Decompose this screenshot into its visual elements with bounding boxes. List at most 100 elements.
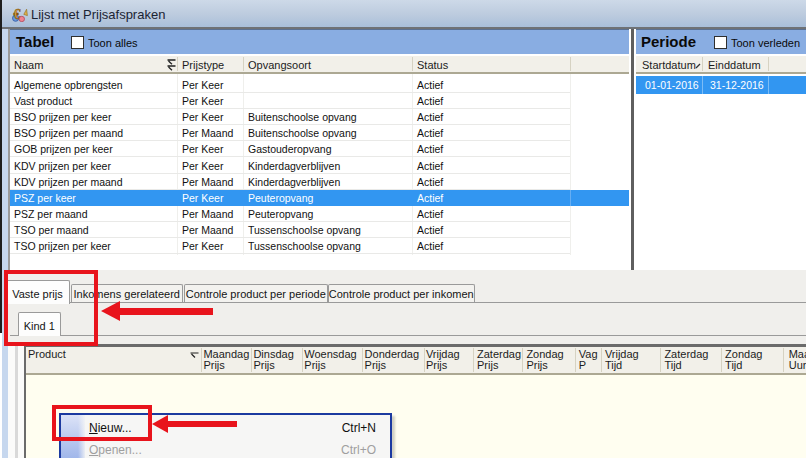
menu-item-shortcut: Ctrl+O bbox=[341, 443, 376, 457]
product-column-header-zondag[interactable]: Zondag Prijs bbox=[526, 349, 563, 372]
product-column-header-donderdag[interactable]: Donderdag Prijs bbox=[365, 349, 419, 372]
cell-prijstype: Per Keer bbox=[182, 160, 223, 172]
toon-verleden-checkbox[interactable] bbox=[714, 36, 727, 49]
cell-naam: Algemene opbrengsten bbox=[14, 79, 123, 91]
tab-controle-product-per-inkomen[interactable]: Controle product per inkomen bbox=[328, 284, 476, 303]
column-divider bbox=[412, 57, 413, 71]
cell-status: Actief bbox=[417, 208, 443, 220]
column-divider bbox=[243, 57, 244, 71]
product-column-header-maandag[interactable]: Maandag Uur bbox=[789, 349, 806, 372]
product-grid-header: Product Maandag PrijsDinsdag Prijs Woensda… bbox=[26, 347, 806, 375]
cell-status: Actief bbox=[417, 160, 443, 172]
panel-vertical-separator bbox=[631, 29, 634, 270]
periode-section-title: Periode bbox=[641, 33, 696, 50]
periode-row[interactable]: 01-01-2016 31-12-2016 bbox=[636, 76, 806, 94]
product-column-header-vrijdag[interactable]: Vrijdag Prijs bbox=[426, 349, 460, 372]
cell-prijstype: Per Keer bbox=[182, 143, 223, 155]
cell-naam: TSO per maand bbox=[14, 224, 89, 236]
table-row[interactable]: Vast productPer KeerActief bbox=[10, 93, 629, 109]
cell-naam: PSZ per keer bbox=[14, 192, 76, 204]
cell-opvangsoort: Tussenschoolse opvang bbox=[248, 240, 361, 252]
cell-prijstype: Per Keer bbox=[182, 192, 223, 204]
product-left-margin-line bbox=[15, 344, 18, 458]
periode-grid-header: Startdatum Einddatum bbox=[636, 56, 806, 74]
main-tabstrip-baseline bbox=[5, 302, 806, 303]
cell-naam: GOB prijzen per keer bbox=[14, 143, 113, 155]
periode-column-header-einddatum[interactable]: Einddatum bbox=[708, 59, 761, 71]
column-divider bbox=[522, 348, 523, 372]
naam-sort-icon bbox=[167, 59, 176, 71]
tabel-section-header: Tabel Toon alles bbox=[10, 29, 629, 54]
table-row[interactable]: TSO per maandPer MaandTussenschoolse opv… bbox=[10, 222, 629, 238]
cell-status: Actief bbox=[417, 111, 443, 123]
column-divider bbox=[601, 348, 602, 372]
table-row[interactable]: BSO prijzen per maand Per Maand Buitenscho… bbox=[10, 125, 629, 141]
cell-einddatum: 31-12-2016 bbox=[710, 79, 764, 91]
product-column-header-zondag[interactable]: Zondag Tijd bbox=[725, 349, 762, 372]
product-column-header-dinsdag[interactable]: Dinsdag Prijs bbox=[253, 349, 293, 372]
cell-naam: PSZ per maand bbox=[14, 208, 88, 220]
cell-prijstype: Per Maand bbox=[182, 127, 233, 139]
table-row[interactable]: GOB prijzen per keer Per Keer Gastouderopv… bbox=[10, 141, 629, 157]
cell-opvangsoort: Buitenschoolse opvang bbox=[248, 111, 357, 123]
menu-item-shortcut: Ctrl+N bbox=[342, 421, 376, 435]
table-row[interactable]: PSZ per maand Per Maand Peuteropvang Actief bbox=[10, 206, 629, 222]
toon-alles-checkbox[interactable] bbox=[71, 36, 84, 49]
cell-status: Actief bbox=[417, 143, 443, 155]
cell-status: Actief bbox=[417, 176, 443, 188]
column-divider bbox=[362, 348, 363, 372]
table-row[interactable]: BSO prijzen per keerPer KeerBuitenschool… bbox=[10, 109, 629, 125]
product-column-header-zaterdag[interactable]: Zaterdag Tijd bbox=[664, 349, 708, 372]
column-divider bbox=[251, 348, 252, 372]
product-column-header-vrijdag[interactable]: Vrijdag Tijd bbox=[605, 349, 639, 372]
cell-opvangsoort: Peuteropvang bbox=[248, 208, 313, 220]
periode-cell-divider bbox=[702, 76, 703, 94]
tabel-column-header-status[interactable]: Status bbox=[417, 59, 448, 71]
app-euro-icon: € bbox=[12, 6, 28, 22]
cell-naam: BSO prijzen per keer bbox=[14, 111, 111, 123]
cell-naam: BSO prijzen per maand bbox=[14, 127, 123, 139]
product-column-header-maandag[interactable]: Maandag Prijs bbox=[203, 349, 249, 372]
cell-naam: KDV prijzen per keer bbox=[14, 160, 111, 172]
cell-prijstype: Per Maand bbox=[182, 208, 233, 220]
column-divider bbox=[177, 57, 178, 71]
tabel-grid-header: Naam Prijstype Opvangsoort Status bbox=[10, 56, 629, 74]
table-row[interactable]: Algemene opbrengstenPer KeerActief bbox=[10, 77, 629, 93]
cell-opvangsoort: Peuteropvang bbox=[248, 192, 313, 204]
cell-opvangsoort: Kinderdagverblijven bbox=[248, 176, 340, 188]
row-gridline bbox=[10, 253, 570, 254]
column-divider bbox=[702, 57, 703, 71]
application-window: € Lijst met Prijsafspraken Tabel Toon al… bbox=[0, 0, 806, 458]
cell-status: Actief bbox=[417, 224, 443, 236]
product-column-header-zaterdag[interactable]: Zaterdag Prijs bbox=[477, 349, 521, 372]
periode-column-header-startdatum[interactable]: Startdatum bbox=[642, 59, 696, 71]
cell-opvangsoort: Gastouderopvang bbox=[248, 143, 331, 155]
periode-cell-divider bbox=[768, 76, 769, 94]
product-column-header-product[interactable]: Product bbox=[28, 349, 66, 361]
column-divider bbox=[768, 57, 769, 71]
cell-status: Actief bbox=[417, 127, 443, 139]
table-row[interactable]: KDV prijzen per keerPer KeerKinderdagver… bbox=[10, 158, 629, 174]
tabel-column-header-opvangsoort[interactable]: Opvangsoort bbox=[248, 59, 311, 71]
tabs-highlight-box bbox=[4, 270, 98, 346]
tabel-column-header-prijstype[interactable]: Prijstype bbox=[182, 59, 224, 71]
column-divider bbox=[424, 348, 425, 372]
product-column-header-vag[interactable]: Vag P bbox=[579, 349, 598, 372]
tab-controle-product-per-periode[interactable]: Controle product per periode bbox=[184, 284, 328, 303]
startdatum-sort-icon bbox=[695, 59, 701, 65]
cell-status: Actief bbox=[417, 192, 443, 204]
table-row[interactable]: PSZ per keer Per Keer Peuteropvang Actief bbox=[10, 190, 629, 206]
cell-naam: TSO prijzen per keer bbox=[14, 240, 111, 252]
tabel-column-header-naam[interactable]: Naam bbox=[14, 59, 43, 71]
cell-startdatum: 01-01-2016 bbox=[645, 79, 699, 91]
product-column-header-woensdag[interactable]: Woensdag Prijs bbox=[304, 349, 356, 372]
nieuw-highlight-box bbox=[52, 405, 152, 441]
cell-status: Actief bbox=[417, 79, 443, 91]
window-title: Lijst met Prijsafspraken bbox=[31, 7, 165, 22]
tabel-section-title: Tabel bbox=[16, 33, 54, 50]
cell-naam: KDV prijzen per maand bbox=[14, 176, 123, 188]
table-row[interactable]: KDV prijzen per maandPer MaandKinderdagv… bbox=[10, 174, 629, 190]
table-row[interactable]: TSO prijzen per keerPer KeerTussenschool… bbox=[10, 238, 629, 254]
cell-opvangsoort: Buitenschoolse opvang bbox=[248, 127, 357, 139]
title-bar[interactable]: € Lijst met Prijsafspraken bbox=[0, 0, 806, 27]
